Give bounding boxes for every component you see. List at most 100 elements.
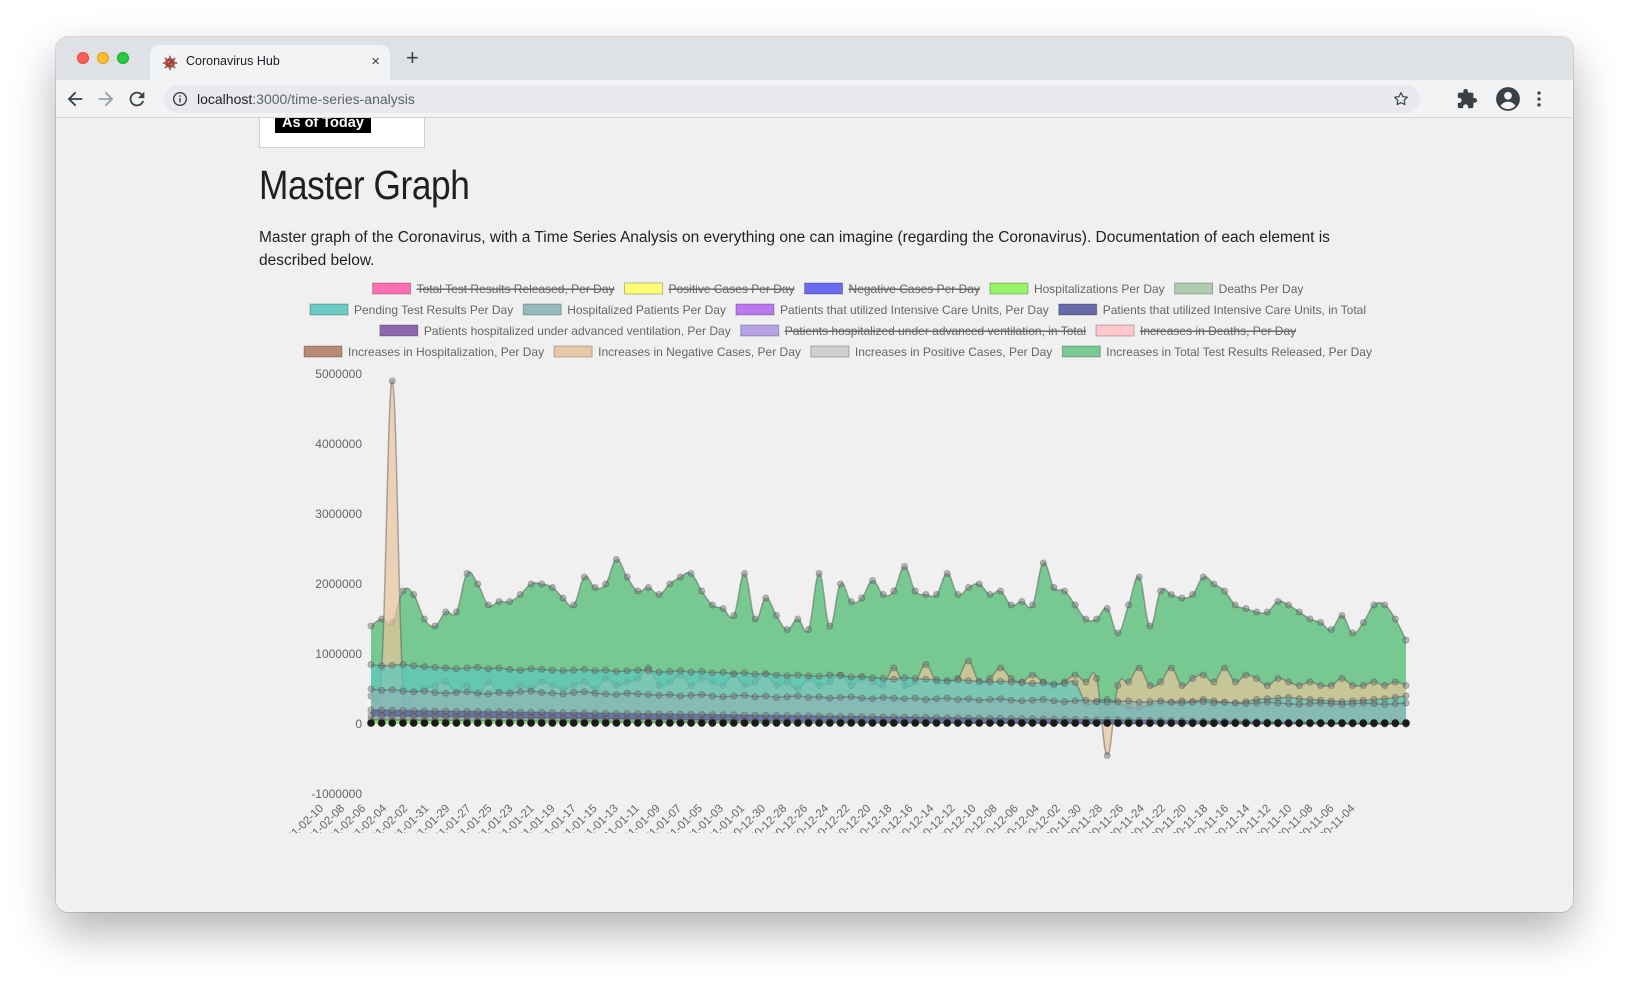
data-point[interactable] bbox=[452, 665, 460, 673]
data-point[interactable] bbox=[1242, 605, 1250, 612]
baseline-point[interactable] bbox=[367, 719, 375, 727]
data-point[interactable] bbox=[1221, 664, 1229, 672]
baseline-point[interactable] bbox=[954, 719, 962, 727]
tab-close-icon[interactable]: × bbox=[371, 53, 380, 71]
data-point[interactable] bbox=[474, 689, 482, 697]
data-point[interactable] bbox=[943, 694, 951, 702]
data-point[interactable] bbox=[1381, 695, 1389, 703]
data-point[interactable] bbox=[516, 666, 524, 674]
data-point[interactable] bbox=[1242, 700, 1250, 708]
data-point[interactable] bbox=[602, 580, 610, 588]
data-point[interactable] bbox=[1221, 587, 1229, 595]
baseline-point[interactable] bbox=[666, 719, 674, 727]
data-point[interactable] bbox=[367, 661, 375, 668]
legend-item[interactable]: Increases in Positive Cases, Per Day bbox=[810, 345, 1052, 359]
data-point[interactable] bbox=[1402, 682, 1410, 689]
data-point[interactable] bbox=[1210, 678, 1218, 686]
data-point[interactable] bbox=[1317, 699, 1325, 707]
baseline-point[interactable] bbox=[1316, 719, 1325, 727]
data-point[interactable] bbox=[1082, 696, 1090, 704]
baseline-point[interactable] bbox=[1114, 719, 1122, 727]
data-point[interactable] bbox=[826, 694, 834, 702]
data-point[interactable] bbox=[452, 689, 460, 696]
data-point[interactable] bbox=[1135, 664, 1143, 672]
data-point[interactable] bbox=[378, 662, 386, 670]
data-point[interactable] bbox=[1263, 698, 1271, 706]
data-point[interactable] bbox=[1050, 697, 1058, 705]
data-point[interactable] bbox=[420, 687, 428, 695]
baseline-point[interactable] bbox=[409, 719, 418, 727]
data-point[interactable] bbox=[1317, 682, 1325, 689]
data-point[interactable] bbox=[879, 591, 887, 598]
data-point[interactable] bbox=[687, 570, 695, 577]
data-point[interactable] bbox=[1082, 615, 1090, 623]
data-point[interactable] bbox=[1114, 629, 1122, 637]
data-point[interactable] bbox=[997, 695, 1004, 703]
baseline-point[interactable] bbox=[1167, 719, 1176, 727]
data-point[interactable] bbox=[869, 674, 876, 682]
data-point[interactable] bbox=[805, 672, 812, 680]
baseline-point[interactable] bbox=[719, 719, 727, 727]
data-point[interactable] bbox=[676, 667, 684, 675]
data-point[interactable] bbox=[570, 666, 578, 674]
data-point[interactable] bbox=[527, 580, 535, 588]
baseline-point[interactable] bbox=[783, 719, 791, 727]
data-point[interactable] bbox=[719, 605, 727, 612]
data-point[interactable] bbox=[1103, 698, 1111, 706]
data-point[interactable] bbox=[1295, 695, 1303, 703]
baseline-point[interactable] bbox=[1380, 719, 1389, 727]
baseline-point[interactable] bbox=[740, 719, 749, 727]
baseline-point[interactable] bbox=[1327, 719, 1336, 727]
data-point[interactable] bbox=[506, 689, 514, 697]
menu-dots-icon[interactable] bbox=[1528, 88, 1550, 110]
data-point[interactable] bbox=[1274, 699, 1282, 707]
data-point[interactable] bbox=[1338, 612, 1346, 619]
data-point[interactable] bbox=[484, 690, 492, 698]
bookmark-star-icon[interactable] bbox=[1392, 90, 1410, 108]
data-point[interactable] bbox=[1093, 698, 1101, 706]
data-point[interactable] bbox=[442, 689, 450, 697]
data-point[interactable] bbox=[1210, 699, 1218, 707]
data-point[interactable] bbox=[1274, 675, 1282, 682]
data-point[interactable] bbox=[922, 675, 930, 683]
baseline-point[interactable] bbox=[1092, 719, 1101, 727]
data-point[interactable] bbox=[1359, 619, 1367, 626]
data-point[interactable] bbox=[783, 693, 791, 701]
baseline-point[interactable] bbox=[815, 719, 823, 727]
data-point[interactable] bbox=[1221, 698, 1229, 706]
data-point[interactable] bbox=[901, 563, 908, 570]
data-point[interactable] bbox=[399, 687, 407, 695]
data-point[interactable] bbox=[773, 612, 780, 619]
baseline-point[interactable] bbox=[900, 719, 909, 727]
data-point[interactable] bbox=[1114, 698, 1122, 706]
data-point[interactable] bbox=[1146, 622, 1154, 630]
data-point[interactable] bbox=[1071, 697, 1079, 705]
baseline-point[interactable] bbox=[730, 719, 738, 727]
data-point[interactable] bbox=[580, 665, 588, 673]
baseline-point[interactable] bbox=[516, 719, 525, 727]
data-point[interactable] bbox=[548, 689, 556, 697]
legend-item[interactable]: Patients hospitalized under advanced ven… bbox=[740, 324, 1087, 338]
data-point[interactable] bbox=[1157, 587, 1165, 595]
data-point[interactable] bbox=[837, 672, 844, 680]
data-point[interactable] bbox=[591, 667, 599, 675]
data-point[interactable] bbox=[495, 689, 503, 696]
data-point[interactable] bbox=[1338, 675, 1346, 682]
legend-item[interactable]: Increases in Total Test Results Released… bbox=[1061, 345, 1372, 359]
data-point[interactable] bbox=[1295, 682, 1303, 689]
new-tab-button[interactable]: + bbox=[406, 47, 419, 69]
data-point[interactable] bbox=[378, 706, 386, 714]
data-point[interactable] bbox=[986, 696, 994, 703]
data-point[interactable] bbox=[1007, 678, 1015, 686]
baseline-point[interactable] bbox=[505, 719, 514, 727]
data-point[interactable] bbox=[1327, 682, 1335, 689]
data-point[interactable] bbox=[783, 672, 791, 680]
data-point[interactable] bbox=[762, 670, 770, 678]
data-point[interactable] bbox=[1317, 619, 1325, 626]
data-point[interactable] bbox=[399, 661, 407, 668]
baseline-point[interactable] bbox=[1178, 719, 1186, 727]
data-point[interactable] bbox=[1306, 615, 1314, 623]
data-point[interactable] bbox=[687, 668, 695, 676]
data-point[interactable] bbox=[773, 693, 780, 701]
baseline-point[interactable] bbox=[537, 719, 546, 727]
